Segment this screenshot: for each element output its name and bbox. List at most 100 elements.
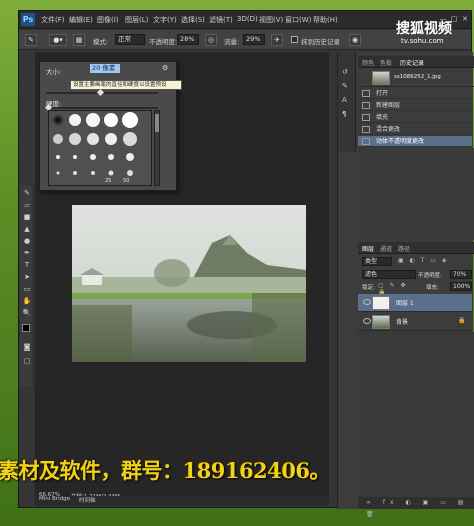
history-state-icon <box>362 102 370 109</box>
tab-timeline[interactable]: 时间轴 <box>79 496 96 504</box>
history-row-opacity-change[interactable]: 动体不透明度更改 <box>358 136 472 147</box>
brush-tips <box>49 111 151 185</box>
flow-field[interactable]: 29% <box>243 34 265 45</box>
brush-panel-icon[interactable]: ✎ <box>342 82 352 92</box>
blend-mode-select[interactable]: 滤色 <box>362 270 416 279</box>
tab-layers[interactable]: 图层 <box>362 244 374 253</box>
character-panel-icon[interactable]: A <box>342 96 352 106</box>
menu-edit[interactable]: 编辑(E) <box>69 15 93 25</box>
type-icon[interactable]: T <box>22 260 32 270</box>
history-snapshot-row[interactable]: ss1086252_1.jpg <box>358 69 474 87</box>
history-row-fill[interactable]: 填充 <box>358 112 472 123</box>
menu-help[interactable]: 帮助(H) <box>313 15 338 25</box>
sohu-watermark-logo: 搜狐视频 <box>396 21 452 37</box>
screen-mode-icon[interactable]: ▢ <box>22 356 32 366</box>
eye-icon[interactable] <box>363 318 371 324</box>
hand-icon[interactable]: ✋ <box>22 296 32 306</box>
erase-to-history-checkbox[interactable] <box>291 36 298 43</box>
lock-label: 锁定: <box>362 285 375 291</box>
paragraph-panel-icon[interactable]: ¶ <box>342 110 352 120</box>
foreground-color-swatch[interactable] <box>22 324 30 332</box>
tab-swatches[interactable]: 色板 <box>380 58 392 67</box>
gear-icon[interactable]: ⚙ <box>162 64 168 72</box>
bottom-panel-tabs: Mini Bridge 时间轴 <box>35 496 329 506</box>
size-label: 大小: <box>46 68 62 76</box>
history-row-label: 新建图层 <box>376 102 401 109</box>
history-row-label: 混合更改 <box>376 126 401 133</box>
history-state-icon <box>362 126 370 133</box>
layers-panel-footer-icons[interactable]: ∞ fx ◐ ▣ ▭ ▤ 🗑 <box>358 497 474 518</box>
history-panel-icon[interactable]: ↺ <box>342 68 352 78</box>
tab-color[interactable]: 颜色 <box>362 58 374 67</box>
brush-preset-picker-button[interactable]: ●▾ <box>49 34 67 46</box>
layer-row-background[interactable]: 背景 🔒 <box>358 313 472 331</box>
video-subtitle: 素材及软件，群号：189162406。 <box>0 458 331 483</box>
canvas-image[interactable] <box>72 205 306 362</box>
path-select-icon[interactable]: ➤ <box>22 272 32 282</box>
layer-filter-icons[interactable]: ▣ ◐ T ▭ ◈ <box>398 257 468 266</box>
brush-grid-scroll-thumb[interactable] <box>155 114 159 132</box>
dodge-icon[interactable]: ● <box>22 236 32 246</box>
brush-preset-popup: 大小: 20 像素 ⚙ 设置主要画笔的直径和硬度以设置预设 硬度: 25 50 <box>39 61 182 191</box>
menu-filter[interactable]: 滤镜(T) <box>209 15 233 25</box>
history-state-icon <box>362 138 370 145</box>
zoom-icon[interactable]: 🔍 <box>22 308 32 318</box>
flow-label: 流量: <box>224 38 240 46</box>
layer-name[interactable]: 背景 <box>396 317 408 326</box>
layer-name[interactable]: 图层 1 <box>396 298 414 307</box>
menu-type[interactable]: 文字(Y) <box>153 15 177 25</box>
fill-field[interactable]: 100% <box>450 282 472 291</box>
tab-mini-bridge[interactable]: Mini Bridge <box>39 496 70 502</box>
history-row-open[interactable]: 打开 <box>358 88 472 99</box>
document-area: 大小: 20 像素 ⚙ 设置主要画笔的直径和硬度以设置预设 硬度: 25 50 … <box>35 52 329 502</box>
size-field[interactable]: 20 像素 <box>90 64 120 73</box>
size-slider-thumb[interactable] <box>96 88 105 97</box>
eye-icon[interactable] <box>363 299 371 305</box>
lock-icon: 🔒 <box>458 317 466 324</box>
pressure-opacity-icon[interactable]: ◎ <box>205 34 217 46</box>
mode-select[interactable]: 正常 <box>115 34 145 45</box>
menu-window[interactable]: 窗口(W) <box>285 15 311 25</box>
landscape-photo <box>72 205 306 362</box>
history-row-blend-change[interactable]: 混合更改 <box>358 124 472 135</box>
menu-select[interactable]: 选择(S) <box>181 15 205 25</box>
lock-icons[interactable]: ▢ ✎ ✥ 🔒 <box>378 282 418 296</box>
layer-filter-select[interactable]: 类型 <box>362 257 392 266</box>
menu-image[interactable]: 图像(I) <box>97 15 119 25</box>
opacity-field[interactable]: 28% <box>177 34 199 45</box>
eraser-icon[interactable]: ▱ <box>22 200 32 210</box>
layer-opacity-field[interactable]: 70% <box>450 270 472 279</box>
pen-icon[interactable]: ✒ <box>22 248 32 258</box>
airbrush-icon[interactable]: ✈ <box>271 34 283 46</box>
tab-paths[interactable]: 路径 <box>398 244 410 253</box>
brush-panel-toggle-icon[interactable]: ▦ <box>73 34 85 46</box>
tab-channels[interactable]: 通道 <box>380 244 392 253</box>
opacity-label: 不透明度: <box>149 38 178 46</box>
history-row-label: 打开 <box>376 90 389 97</box>
snapshot-name: ss1086252_1.jpg <box>394 74 441 80</box>
close-icon[interactable]: ✕ <box>461 15 469 23</box>
layer-row-layer1[interactable]: 图层 1 <box>358 294 472 312</box>
menu-view[interactable]: 视图(V) <box>259 15 283 25</box>
hardness-slider[interactable] <box>46 107 158 109</box>
gradient-icon[interactable]: ■ <box>22 212 32 222</box>
brush-size-50: 50 <box>123 178 130 184</box>
quick-mask-icon[interactable]: ◙ <box>22 342 32 352</box>
shape-icon[interactable]: ▭ <box>22 284 32 294</box>
menu-file[interactable]: 文件(F) <box>41 15 65 25</box>
history-brush-icon[interactable]: ✎ <box>22 188 32 198</box>
menu-layer[interactable]: 图层(L) <box>125 15 148 25</box>
photoshop-window: Ps 文件(F) 编辑(E) 图像(I) 图层(L) 文字(Y) 选择(S) 滤… <box>18 10 474 518</box>
tab-history[interactable]: 历史记录 <box>400 58 424 67</box>
layers-panel-tabs: 图层 通道 路径 <box>358 242 474 254</box>
tools-panel: ✎ ▱ ■ ▲ ● ✒ T ➤ ▭ ✋ 🔍 ◙ ▢ <box>20 186 34 386</box>
eraser-tool-preset-icon[interactable]: ✎ <box>25 34 37 46</box>
history-row-new-layer[interactable]: 新建图层 <box>358 100 472 111</box>
layer-thumbnail <box>372 296 390 310</box>
history-state-icon <box>362 90 370 97</box>
layer-thumbnail <box>372 315 390 329</box>
menu-3d[interactable]: 3D(D) <box>237 15 258 23</box>
pressure-size-icon[interactable]: ◉ <box>349 34 361 46</box>
erase-to-history-label: 抹到历史记录 <box>301 38 340 46</box>
blur-icon[interactable]: ▲ <box>22 224 32 234</box>
